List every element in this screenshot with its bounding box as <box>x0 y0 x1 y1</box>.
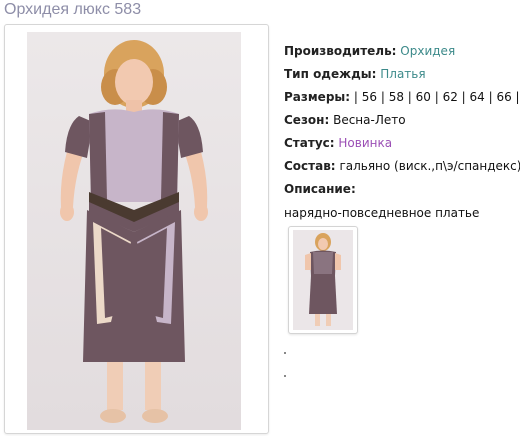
status-link[interactable]: Новинка <box>338 136 392 150</box>
composition-row: Состав: гальяно (виск.,п\э/спандекс) <box>284 158 520 181</box>
status-row: Статус: Новинка <box>284 135 518 158</box>
main-photo-frame[interactable] <box>4 24 269 434</box>
separator-dot <box>284 352 286 354</box>
description-value: нарядно-повседневное платье <box>284 206 480 220</box>
season-row: Сезон: Весна-Лето <box>284 112 518 135</box>
manufacturer-label: Производитель: <box>284 44 397 58</box>
composition-label: Состав: <box>284 159 336 173</box>
season-label: Сезон: <box>284 113 330 127</box>
dress-photo-icon <box>27 32 241 430</box>
description-row: Описание: <box>284 181 518 204</box>
main-product-photo[interactable] <box>27 32 241 430</box>
product-details: Производитель: Орхидея Тип одежды: Плать… <box>284 43 520 221</box>
dress-thumbnail-icon <box>293 230 353 330</box>
sizes-label: Размеры: <box>284 90 351 104</box>
sizes-row: Размеры: | 56 | 58 | 60 | 62 | 64 | 66 | <box>284 89 520 112</box>
clothing-type-label: Тип одежды: <box>284 67 377 81</box>
season-value: Весна-Лето <box>333 113 406 127</box>
manufacturer-link[interactable]: Орхидея <box>400 44 455 58</box>
page-title: Орхидея люкс 583 <box>4 1 142 18</box>
clothing-type-row: Тип одежды: Платья <box>284 66 518 89</box>
clothing-type-link[interactable]: Платья <box>380 67 425 81</box>
status-label: Статус: <box>284 136 335 150</box>
sizes-value: | 56 | 58 | 60 | 62 | 64 | 66 | <box>353 90 520 104</box>
description-label: Описание: <box>284 182 356 196</box>
composition-value: гальяно (виск.,п\э/спандекс) <box>339 159 520 173</box>
separator-dot <box>284 375 286 377</box>
thumbnail-frame[interactable] <box>288 226 358 334</box>
thumbnail-photo[interactable] <box>293 230 353 330</box>
manufacturer-row: Производитель: Орхидея <box>284 43 518 66</box>
